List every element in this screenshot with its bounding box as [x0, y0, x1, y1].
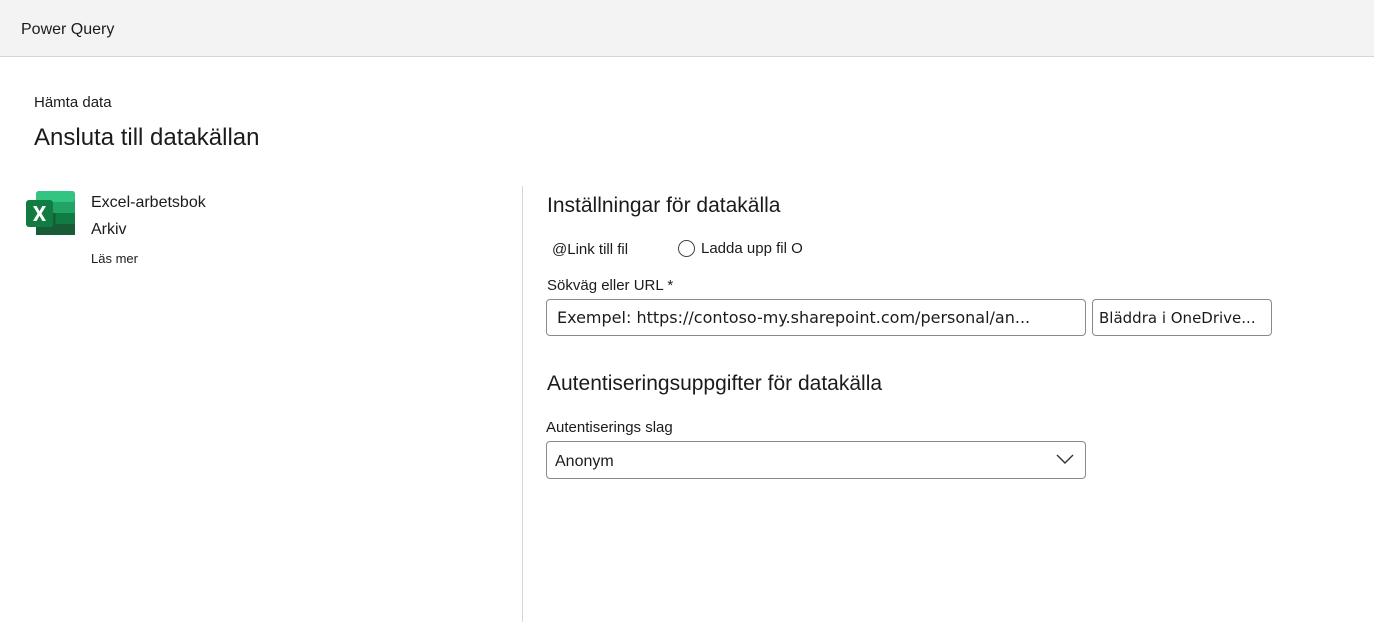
connector-name: Excel-arbetsbok [91, 194, 206, 211]
radio-link-to-file[interactable]: @Link till fil [552, 241, 628, 258]
learn-more-link[interactable]: Läs mer [91, 251, 138, 266]
chevron-down-icon [1056, 454, 1074, 464]
auth-section-title: Autentiseringsuppgifter för datakälla [547, 372, 883, 395]
panel-divider [522, 186, 523, 622]
page-title: Ansluta till datakällan [34, 124, 260, 151]
radio-upload-label: Ladda upp fil O [701, 240, 803, 257]
app-title: Power Query [21, 21, 115, 38]
connector-category: Arkiv [91, 221, 127, 238]
url-field-label: Sökväg eller URL * [547, 277, 674, 294]
auth-kind-value: Anonym [555, 453, 614, 470]
top-bar: Power Query [0, 0, 1374, 57]
browse-onedrive-button[interactable]: Bläddra i OneDrive... [1092, 299, 1272, 336]
radio-circle-icon[interactable] [678, 240, 695, 257]
auth-kind-dropdown[interactable]: Anonym [546, 441, 1086, 479]
excel-icon [26, 191, 76, 235]
settings-section-title: Inställningar för datakälla [547, 194, 781, 217]
url-input[interactable] [546, 299, 1086, 336]
radio-upload-file[interactable]: Ladda upp fil O [678, 240, 803, 257]
breadcrumb: Hämta data [34, 94, 112, 111]
auth-kind-label: Autentiserings slag [546, 419, 673, 436]
